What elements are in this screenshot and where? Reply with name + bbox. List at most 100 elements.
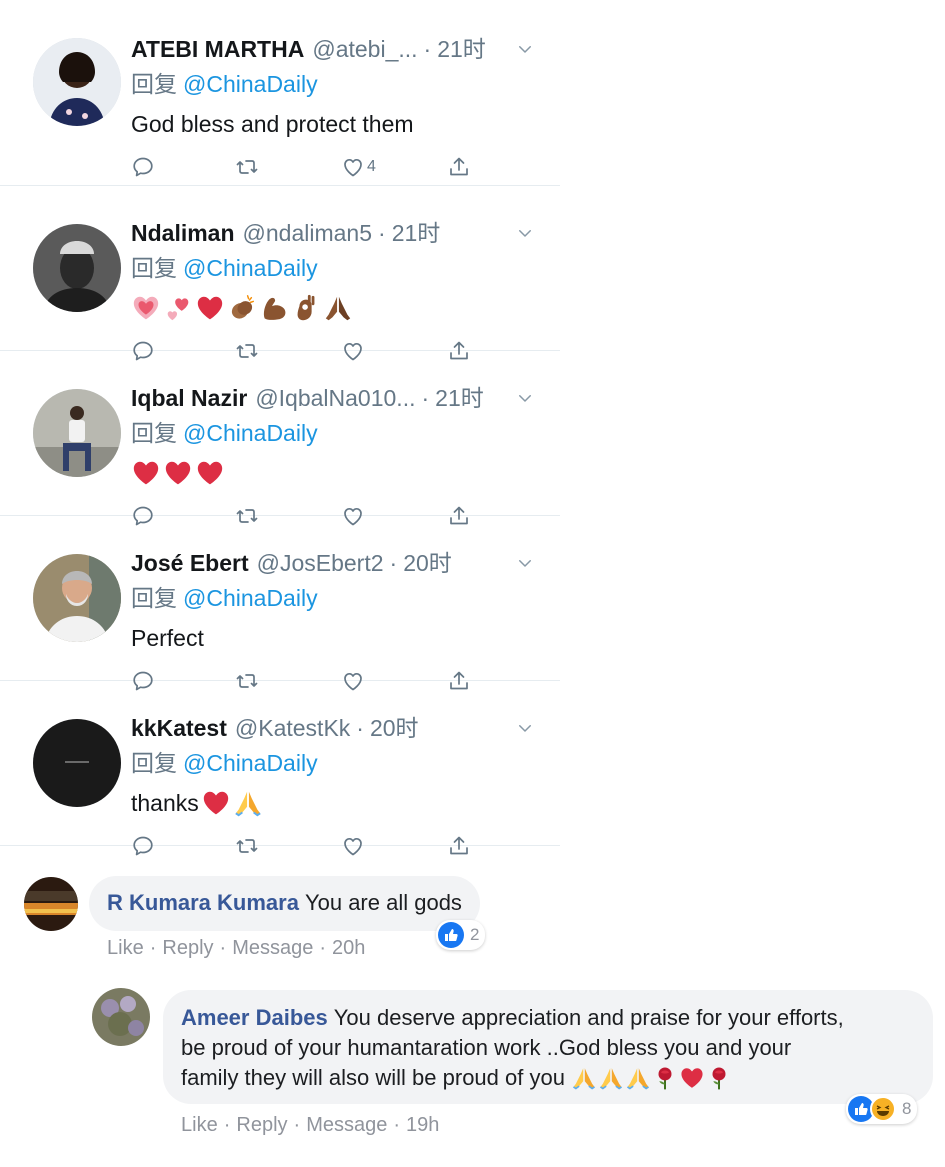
heart-icon — [341, 834, 365, 858]
comment-text: You are all gods — [304, 890, 462, 915]
user-handle[interactable]: @ndaliman5 — [243, 216, 372, 250]
red-heart-emoji — [195, 293, 225, 323]
user-avatar[interactable] — [33, 554, 121, 642]
tweet-actions: 4 — [131, 155, 560, 185]
commenter-avatar[interactable] — [92, 988, 150, 1046]
red-heart-emoji — [131, 458, 161, 488]
user-display-name[interactable]: kkKatest — [131, 711, 227, 745]
tweet-reply[interactable]: kkKatest @KatestKk · 20时 回复 @ChinaDaily thanks — [0, 681, 560, 846]
separator-dot: · — [389, 550, 398, 576]
ok-hand-emoji — [291, 293, 321, 323]
user-display-name[interactable]: Ndaliman — [131, 216, 235, 250]
separator-dot: · — [421, 385, 430, 411]
rose-emoji — [706, 1065, 732, 1091]
chevron-down-icon[interactable] — [516, 40, 534, 58]
mention-link[interactable]: @ChinaDaily — [183, 585, 318, 611]
share-button[interactable] — [447, 155, 471, 179]
user-handle[interactable]: @atebi_... — [312, 32, 417, 66]
reply-context: 回复 @ChinaDaily — [131, 581, 560, 615]
like-link[interactable]: Like — [107, 937, 144, 959]
comment-emojis — [571, 1065, 732, 1091]
tweet-time[interactable]: 21时 — [437, 32, 486, 66]
red-heart-emoji — [679, 1065, 705, 1091]
reaction-summary[interactable]: 8 — [846, 1094, 918, 1124]
comment-text-line: You deserve appreciation and praise for … — [333, 1005, 844, 1030]
comment-time[interactable]: 20h — [332, 937, 365, 959]
user-display-name[interactable]: Iqbal Nazir — [131, 381, 247, 415]
retweet-icon — [235, 155, 259, 179]
retweet-button[interactable] — [235, 155, 259, 179]
tweet-time[interactable]: 20时 — [370, 711, 419, 745]
tweet-reply[interactable]: Iqbal Nazir @IqbalNa010... · 21时回复 @ChinaDai… — [0, 351, 560, 516]
tweet-header: José Ebert @JosEbert2 · 20时 — [131, 546, 560, 580]
user-avatar[interactable] — [33, 389, 121, 477]
reply-context: 回复 @ChinaDaily — [131, 251, 560, 285]
reply-prefix: 回复 — [131, 585, 177, 611]
like-reaction-icon — [438, 922, 464, 948]
comment-time[interactable]: 19h — [406, 1114, 439, 1136]
tweet-content: thanks — [131, 786, 560, 820]
user-handle[interactable]: @KatestKk — [235, 711, 350, 745]
like-count: 4 — [367, 158, 376, 175]
reply-prefix: 回复 — [131, 71, 177, 97]
tweet-time[interactable]: 20时 — [403, 546, 452, 580]
tweet-reply[interactable]: José Ebert @JosEbert2 · 20时 回复 @ChinaDaily Per… — [0, 516, 560, 681]
reply-prefix: 回复 — [131, 420, 177, 446]
commenter-name[interactable]: R Kumara Kumara — [107, 890, 299, 915]
chevron-down-icon[interactable] — [516, 554, 534, 572]
heart-icon — [341, 155, 365, 179]
red-heart-emoji — [195, 458, 225, 488]
like-button[interactable]: 4 — [341, 155, 376, 179]
user-display-name[interactable]: José Ebert — [131, 546, 249, 580]
reply-icon — [131, 834, 155, 858]
message-link[interactable]: Message — [306, 1114, 387, 1136]
reaction-summary[interactable]: 2 — [436, 920, 486, 950]
message-link[interactable]: Message — [232, 937, 313, 959]
tweet-content: Perfect — [131, 621, 560, 655]
mention-link[interactable]: @ChinaDaily — [183, 750, 318, 776]
twitter-reply-list: ATEBI MARTHA @atebi_... · 21时 回复 @ChinaDaily G… — [0, 0, 560, 846]
tweet-time[interactable]: 21时 — [392, 216, 441, 250]
share-icon — [447, 834, 471, 858]
tweet-actions — [131, 834, 560, 864]
comment-text-line: family they will also will be proud of y… — [181, 1065, 565, 1090]
separator-dot: · — [356, 715, 364, 741]
mention-link[interactable]: @ChinaDaily — [183, 420, 318, 446]
tweet-reply[interactable]: Ndaliman @ndaliman5 · 21时 回复 @ChinaDaily — [0, 186, 560, 351]
user-avatar[interactable] — [33, 719, 121, 807]
tweet-time[interactable]: 21时 — [435, 381, 484, 415]
folded-hands-emoji — [323, 293, 353, 323]
reply-context: 回复 @ChinaDaily — [131, 746, 560, 780]
tweet-text: thanks — [131, 790, 199, 816]
like-button[interactable] — [341, 834, 365, 858]
reply-link[interactable]: Reply — [162, 937, 213, 959]
reply-prefix: 回复 — [131, 255, 177, 281]
share-button[interactable] — [447, 834, 471, 858]
mention-link[interactable]: @ChinaDaily — [183, 71, 318, 97]
reaction-count: 2 — [470, 925, 480, 944]
reply-link[interactable]: Reply — [236, 1114, 287, 1136]
folded-hands-emoji — [598, 1065, 624, 1091]
tweet-reply[interactable]: ATEBI MARTHA @atebi_... · 21时 回复 @ChinaDaily G… — [0, 0, 560, 186]
haha-reaction-icon — [870, 1096, 896, 1122]
user-display-name[interactable]: ATEBI MARTHA — [131, 32, 304, 66]
reply-button[interactable] — [131, 155, 155, 179]
chevron-down-icon[interactable] — [516, 389, 534, 407]
tweet-content — [131, 291, 560, 325]
commenter-name[interactable]: Ameer Daibes — [181, 1005, 328, 1030]
chevron-down-icon[interactable] — [516, 719, 534, 737]
user-avatar[interactable] — [33, 224, 121, 312]
reply-icon — [131, 155, 155, 179]
tweet-text: Perfect — [131, 625, 204, 651]
chevron-down-icon[interactable] — [516, 224, 534, 242]
like-link[interactable]: Like — [181, 1114, 218, 1136]
user-handle[interactable]: @JosEbert2 — [257, 546, 384, 580]
commenter-avatar[interactable] — [24, 877, 78, 931]
user-handle[interactable]: @IqbalNa010... — [255, 381, 415, 415]
retweet-button[interactable] — [235, 834, 259, 858]
reply-button[interactable] — [131, 834, 155, 858]
folded-hands-emoji — [233, 788, 263, 818]
user-avatar[interactable] — [33, 38, 121, 126]
mention-link[interactable]: @ChinaDaily — [183, 255, 318, 281]
tweet-header: Iqbal Nazir @IqbalNa010... · 21时 — [131, 381, 560, 415]
